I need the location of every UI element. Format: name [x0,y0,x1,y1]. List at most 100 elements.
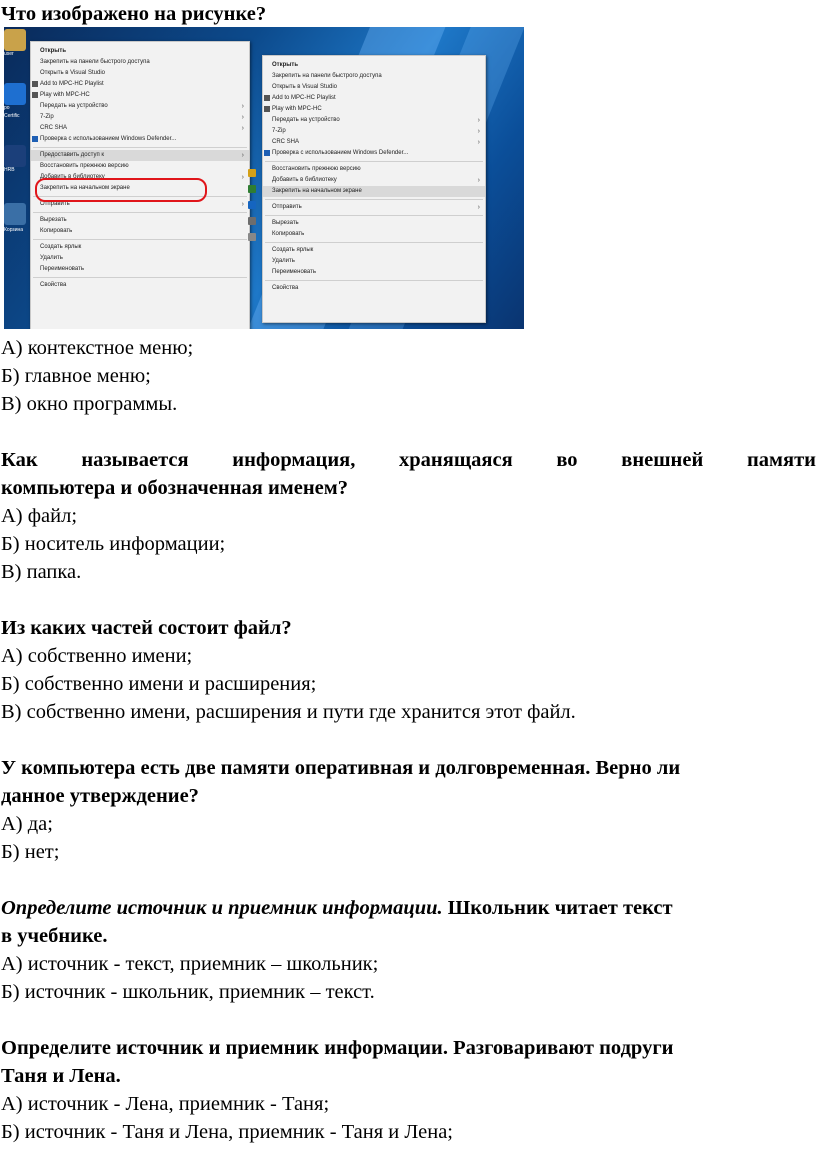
menu-item[interactable]: Отправить › [263,202,485,213]
menu-separator [265,215,483,216]
answer-option[interactable]: В) папка. [1,558,81,586]
menu-item[interactable]: Создать ярлык [31,242,249,253]
menu-item-label: Play with MPC-HC [272,106,322,112]
menu-item[interactable]: Закрепить на начальном экране [263,186,485,197]
question-1: Что изображено на рисунке? [1,3,267,25]
answer-option[interactable]: А) источник - Лена, приемник - Таня; [1,1090,329,1118]
answer-option[interactable]: В) окно программы. [1,390,177,418]
menu-item-label: Play with MPC-HC [40,92,90,98]
menu-item-label: Переименовать [40,266,84,272]
chevron-right-icon: › [241,125,244,132]
answer-option[interactable]: А) источник - текст, приемник – школьник… [1,950,378,978]
user-folder-icon [4,29,26,51]
menu-item[interactable]: Передать на устройство › [31,101,249,112]
chevron-right-icon: › [241,174,244,181]
menu-separator [265,242,483,243]
desktop-label: Корзина [4,227,24,233]
menu-item-label: Копировать [272,231,305,237]
menu-item-label: Открыть [272,62,299,68]
menu-item[interactable]: Закрепить на панели быстрого доступа [263,71,485,82]
menu-item-label: Открыть в Visual Studio [40,70,105,76]
menu-separator [33,277,247,278]
menu-item[interactable]: 7-Zip › [263,126,485,137]
desktop-label: HRB [4,167,15,173]
menu-item-label: Проверка с использованием Windows Defend… [272,150,409,156]
answer-option[interactable]: Б) главное меню; [1,362,151,390]
menu-item[interactable]: CRC SHA › [263,137,485,148]
menu-item[interactable]: Вырезать [31,215,249,226]
menu-item-label: 7-Zip [40,114,54,120]
menu-item-label: Создать ярлык [272,247,314,253]
menu-item[interactable]: Открыть в Visual Studio [31,68,249,79]
menu-item[interactable]: Переименовать [31,264,249,275]
menu-item-label: Восстановить прежнюю версию [40,163,129,169]
menu-item[interactable]: Проверка с использованием Windows Defend… [31,134,249,145]
menu-item-label: Предоставить доступ к [40,152,104,158]
answer-option[interactable]: А) контекстное меню; [1,334,193,362]
menu-item[interactable]: Предоставить доступ к › [31,150,249,161]
menu-item[interactable]: Переименовать [263,267,485,278]
chevron-right-icon: › [241,152,244,159]
menu-separator [33,212,247,213]
menu-item[interactable]: Открыть [31,46,249,57]
chevron-right-icon: › [241,103,244,110]
menu-item-label: Передать на устройство [40,103,108,109]
menu-item[interactable]: Копировать [31,226,249,237]
menu-item[interactable]: Создать ярлык [263,245,485,256]
edge-icon [4,83,26,105]
menu-item[interactable]: Восстановить прежнюю версию [263,164,485,175]
menu-item[interactable]: Вырезать [263,218,485,229]
menu-item-label: Удалить [272,258,295,264]
recycle-bin-icon [4,203,26,225]
user-icon [248,217,256,225]
menu-item[interactable]: 7-Zip › [31,112,249,123]
question-2-line-1: Как называется информация, хранящаяся во… [1,449,816,471]
menu-item-label: CRC SHA [272,139,300,145]
answer-option[interactable]: Б) носитель информации; [1,530,225,558]
answer-option[interactable]: В) собственно имени, расширения и пути г… [1,698,576,726]
desktop-label: Certific [4,113,20,119]
menu-item[interactable]: Свойства [263,283,485,294]
menu-item[interactable]: Восстановить прежнюю версию [31,161,249,172]
lock-icon [248,169,256,177]
menu-item[interactable]: Play with MPC-HC [31,90,249,101]
menu-item[interactable]: Add to MPC-HC Playlist [31,79,249,90]
answer-option[interactable]: Б) нет; [1,838,59,866]
mpc-player-icon [264,95,270,101]
question-6-line-1: Определите источник и приемник информаци… [1,1037,674,1059]
menu-separator [33,147,247,148]
answer-option[interactable]: Б) собственно имени и расширения; [1,670,316,698]
homegroup-icon [248,201,256,209]
answer-option[interactable]: А) собственно имени; [1,642,192,670]
menu-item[interactable]: Открыть [263,60,485,71]
menu-item[interactable]: Передать на устройство › [263,115,485,126]
menu-item[interactable]: Открыть в Visual Studio [263,82,485,93]
menu-item[interactable]: Копировать [263,229,485,240]
defender-shield-icon [264,150,270,156]
answer-option[interactable]: Б) источник - школьник, приемник – текст… [1,978,375,1006]
menu-item-label: Открыть [40,48,67,54]
answer-option[interactable]: А) файл; [1,502,77,530]
menu-item[interactable]: Add to MPC-HC Playlist [263,93,485,104]
menu-item[interactable]: Play with MPC-HC [263,104,485,115]
menu-item[interactable]: Закрепить на панели быстрого доступа [31,57,249,68]
answer-option[interactable]: Б) источник - Таня и Лена, приемник - Та… [1,1118,453,1146]
menu-item-label: Проверка с использованием Windows Defend… [40,136,177,142]
menu-item-label: Вырезать [272,220,299,226]
menu-item-label: Свойства [40,282,67,288]
menu-item-label: Добавить в библиотеку [272,177,337,183]
share-icon [248,185,256,193]
answer-option[interactable]: А) да; [1,810,53,838]
menu-item[interactable]: Свойства [31,280,249,291]
menu-item[interactable]: Проверка с использованием Windows Defend… [263,148,485,159]
chevron-right-icon: › [241,201,244,208]
highlight-ring [35,178,207,202]
mpc-player-icon [264,106,270,112]
menu-item-label: Вырезать [40,217,67,223]
question-5-line-2: в учебнике. [1,925,108,947]
menu-item[interactable]: Удалить [263,256,485,267]
defender-shield-icon [32,136,38,142]
menu-item[interactable]: Добавить в библиотеку › [263,175,485,186]
menu-item[interactable]: CRC SHA › [31,123,249,134]
menu-item[interactable]: Удалить [31,253,249,264]
